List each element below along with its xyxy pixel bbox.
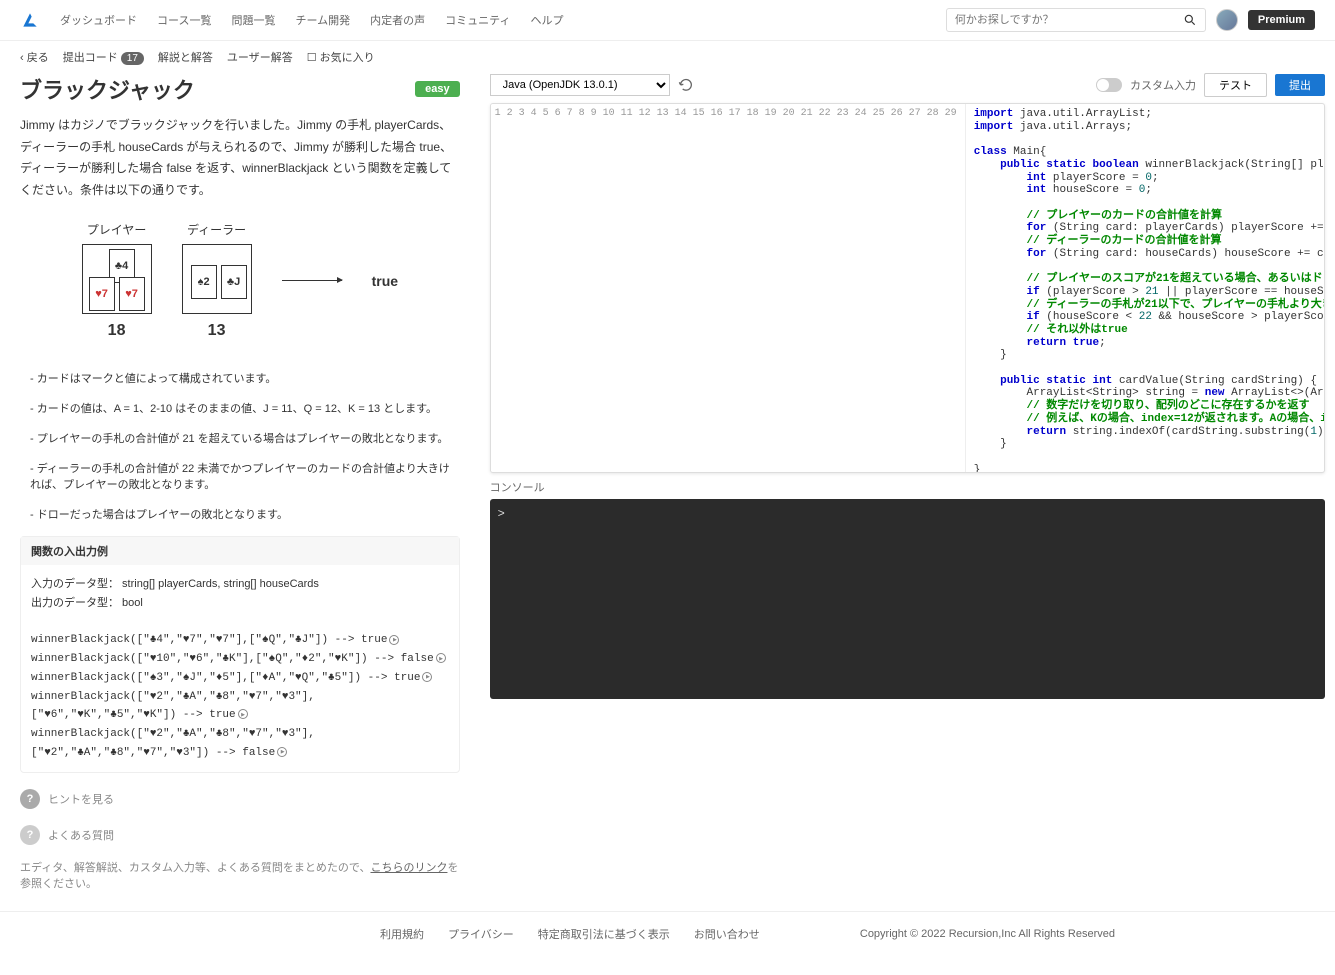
main-nav: ダッシュボード コース一覧 問題一覧 チーム開発 内定者の声 コミュニティ ヘル… <box>60 12 946 28</box>
nav-voices[interactable]: 内定者の声 <box>370 12 425 28</box>
back-link[interactable]: ‹ 戻る <box>20 49 49 65</box>
rule-item: - ドローだった場合はプレイヤーの敗北となります。 <box>30 506 460 522</box>
example-row: winnerBlackjack(["♥2","♣A","♣8","♥7","♥3… <box>31 725 449 762</box>
player-label: プレイヤー <box>82 221 152 238</box>
nav-community[interactable]: コミュニティ <box>445 12 510 28</box>
nav-problems[interactable]: 問題一覧 <box>231 12 275 28</box>
play-icon[interactable] <box>389 635 399 645</box>
example-row: winnerBlackjack(["♥10","♥6","♣K"],["♠Q",… <box>31 650 449 669</box>
copyright: Copyright © 2022 Recursion,Inc All Right… <box>860 928 1115 940</box>
dealer-label: ディーラー <box>182 221 252 238</box>
io-output-type: 出力のデータ型： bool <box>31 594 449 613</box>
problem-panel: ブラックジャック easy Jimmy はカジノでブラックジャックを行いました。… <box>0 73 480 911</box>
custom-input-toggle[interactable] <box>1096 78 1122 92</box>
console-label: コンソール <box>490 479 1325 495</box>
avatar[interactable] <box>1216 9 1238 31</box>
nav-help[interactable]: ヘルプ <box>530 12 563 28</box>
player-sum: 18 <box>82 322 152 340</box>
io-input-type: 入力のデータ型： string[] playerCards, string[] … <box>31 575 449 594</box>
problem-description: Jimmy はカジノでブラックジャックを行いました。Jimmy の手札 play… <box>20 115 460 201</box>
hint-label: ヒントを見る <box>48 791 114 807</box>
rules-list: - カードはマークと値によって構成されています。 - カードの値は、A = 1、… <box>30 370 460 522</box>
difficulty-badge: easy <box>415 81 459 97</box>
problem-title: ブラックジャック <box>20 73 195 105</box>
example-row: winnerBlackjack(["♣4","♥7","♥7"],["♠Q","… <box>31 631 449 650</box>
play-icon[interactable] <box>436 653 446 663</box>
explanation-tab[interactable]: 解説と解答 <box>158 49 213 65</box>
code-editor[interactable]: 1 2 3 4 5 6 7 8 9 10 11 12 13 14 15 16 1… <box>490 103 1325 473</box>
rule-item: - プレイヤーの手札の合計値が 21 を超えている場合はプレイヤーの敗北となりま… <box>30 430 460 446</box>
diagram-result: true <box>372 273 398 289</box>
faq-icon: ? <box>20 825 40 845</box>
hint-row[interactable]: ? ヒントを見る <box>20 789 460 809</box>
io-section: 関数の入出力例 入力のデータ型： string[] playerCards, s… <box>20 536 460 773</box>
play-icon[interactable] <box>277 747 287 757</box>
rule-item: - カードの値は、A = 1、2-10 はそのままの値、J = 11、Q = 1… <box>30 400 460 416</box>
arrow-icon <box>282 280 342 281</box>
test-button[interactable]: テスト <box>1204 73 1267 97</box>
submit-count-badge: 17 <box>121 52 144 65</box>
nav-dashboard[interactable]: ダッシュボード <box>60 12 137 28</box>
play-icon[interactable] <box>238 709 248 719</box>
rule-item: - カードはマークと値によって構成されています。 <box>30 370 460 386</box>
footer-privacy[interactable]: プライバシー <box>448 926 514 942</box>
footer: 利用規約 プライバシー 特定商取引法に基づく表示 お問い合わせ Copyrigh… <box>0 911 1335 956</box>
logo-icon[interactable] <box>20 10 40 30</box>
faq-link[interactable]: こちらのリンク <box>370 862 447 874</box>
footer-terms[interactable]: 利用規約 <box>380 926 424 942</box>
faq-note: エディタ、解答解説、カスタム入力等、よくある質問をまとめたので、こちらのリンクを… <box>20 859 460 891</box>
faq-row[interactable]: ? よくある質問 <box>20 825 460 845</box>
example-row: winnerBlackjack(["♠3","♠J","♦5"],["♦A","… <box>31 669 449 688</box>
console-output[interactable]: > <box>490 499 1325 699</box>
reload-icon[interactable] <box>678 77 694 93</box>
console-prompt: > <box>498 507 505 521</box>
footer-contact[interactable]: お問い合わせ <box>694 926 760 942</box>
user-answers-tab[interactable]: ユーザー解答 <box>227 49 293 65</box>
language-select[interactable]: Java (OpenJDK 13.0.1) <box>490 74 670 96</box>
cards-diagram: プレイヤー ♣4 ♥7 ♥7 18 ディーラー ♠2 ♣J 13 true <box>20 221 460 340</box>
editor-toolbar: Java (OpenJDK 13.0.1) カスタム入力 テスト 提出 <box>490 73 1325 97</box>
footer-commerce[interactable]: 特定商取引法に基づく表示 <box>538 926 670 942</box>
submit-button[interactable]: 提出 <box>1275 74 1325 96</box>
search-icon[interactable] <box>1183 13 1197 27</box>
dealer-cards: ♠2 ♣J <box>182 244 252 314</box>
top-bar: ダッシュボード コース一覧 問題一覧 チーム開発 内定者の声 コミュニティ ヘル… <box>0 0 1335 41</box>
custom-input-label: カスタム入力 <box>1130 77 1196 93</box>
premium-button[interactable]: Premium <box>1248 10 1315 30</box>
hint-icon: ? <box>20 789 40 809</box>
search-box[interactable] <box>946 8 1206 32</box>
io-header: 関数の入出力例 <box>21 537 459 565</box>
line-gutter: 1 2 3 4 5 6 7 8 9 10 11 12 13 14 15 16 1… <box>491 104 966 472</box>
play-icon[interactable] <box>422 672 432 682</box>
player-cards: ♣4 ♥7 ♥7 <box>82 244 152 314</box>
dealer-sum: 13 <box>182 322 252 340</box>
search-input[interactable] <box>955 14 1177 26</box>
nav-courses[interactable]: コース一覧 <box>157 12 211 28</box>
submit-code-tab[interactable]: 提出コード 17 <box>63 49 144 65</box>
editor-panel: Java (OpenJDK 13.0.1) カスタム入力 テスト 提出 1 2 … <box>480 73 1335 911</box>
rule-item: - ディーラーの手札の合計値が 22 未満でかつプレイヤーのカードの合計値より大… <box>30 460 460 492</box>
code-area[interactable]: import java.util.ArrayList; import java.… <box>966 104 1324 472</box>
example-row: winnerBlackjack(["♥2","♣A","♣8","♥7","♥3… <box>31 688 449 725</box>
faq-label: よくある質問 <box>48 827 114 843</box>
nav-team[interactable]: チーム開発 <box>295 12 350 28</box>
favorite-toggle[interactable]: ☐ お気に入り <box>307 49 375 65</box>
sub-nav: ‹ 戻る 提出コード 17 解説と解答 ユーザー解答 ☐ お気に入り <box>0 41 1335 73</box>
